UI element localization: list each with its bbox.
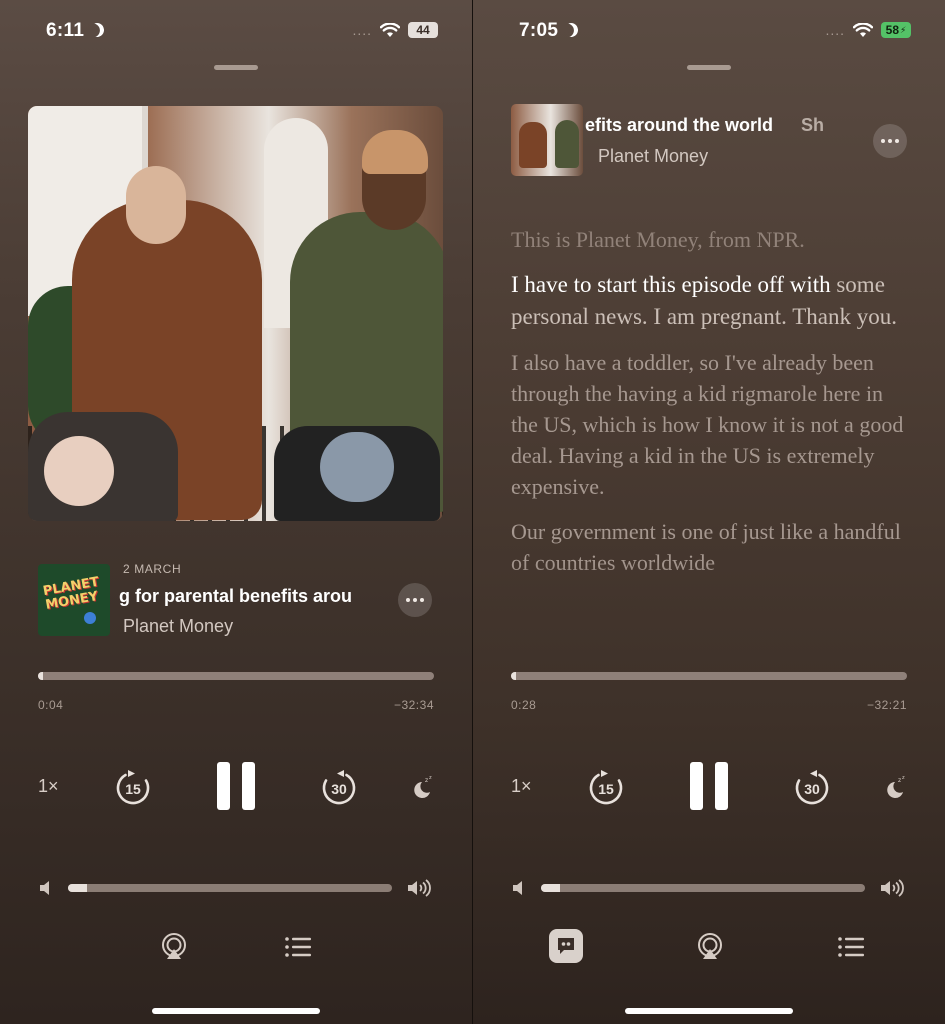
show-name[interactable]: Planet Money bbox=[598, 146, 708, 167]
globe-icon bbox=[84, 612, 96, 624]
more-options-button[interactable] bbox=[873, 124, 907, 158]
episode-title-next: Sh bbox=[801, 115, 825, 135]
transcript-paragraph[interactable]: Our government is one of just like a han… bbox=[511, 516, 911, 578]
transcript-paragraph[interactable]: I also have a toddler, so I've already b… bbox=[511, 347, 911, 502]
show-name[interactable]: Planet Money bbox=[123, 616, 233, 637]
pause-icon bbox=[217, 762, 230, 810]
battery-indicator: 44 bbox=[408, 22, 438, 38]
cellular-signal-icon: .... bbox=[352, 22, 372, 38]
status-bar-right: .... 44 bbox=[352, 22, 438, 38]
skip-forward-30-icon[interactable]: 30 bbox=[320, 768, 358, 806]
volume-low-icon bbox=[40, 881, 49, 895]
ellipsis-icon bbox=[406, 598, 410, 602]
sleep-timer-icon[interactable]: z z bbox=[410, 776, 434, 800]
battery-charging-indicator: 58 ⚡ bbox=[881, 22, 911, 38]
volume-high-icon bbox=[408, 879, 431, 897]
transcript-screen: 7:05 .... 58 ⚡ efits around the world Sh P… bbox=[473, 0, 945, 1024]
status-time: 7:05 bbox=[519, 20, 578, 42]
queue-list-icon[interactable] bbox=[836, 932, 866, 962]
svg-text:z: z bbox=[425, 777, 428, 784]
svg-text:15: 15 bbox=[125, 781, 141, 797]
home-indicator[interactable] bbox=[152, 1008, 320, 1014]
svg-text:30: 30 bbox=[804, 781, 820, 797]
scrubber-fill bbox=[511, 672, 516, 680]
playback-scrubber[interactable] bbox=[511, 672, 907, 680]
svg-text:15: 15 bbox=[598, 781, 614, 797]
elapsed-time: 0:28 bbox=[511, 698, 537, 712]
volume-high-icon bbox=[881, 879, 904, 897]
sheet-grabber[interactable] bbox=[687, 65, 731, 70]
svg-text:30: 30 bbox=[331, 781, 347, 797]
airplay-icon[interactable] bbox=[695, 932, 725, 962]
playback-scrubber[interactable] bbox=[38, 672, 434, 680]
status-time: 6:11 bbox=[46, 20, 104, 42]
playback-speed-button[interactable]: 1× bbox=[38, 776, 59, 797]
volume-fill bbox=[68, 884, 88, 892]
skip-back-15-icon[interactable]: 15 bbox=[587, 768, 625, 806]
episode-thumbnail[interactable] bbox=[511, 104, 583, 176]
transcript-paragraph-current[interactable]: I have to start this episode off with so… bbox=[511, 269, 911, 333]
home-indicator[interactable] bbox=[625, 1008, 793, 1014]
quote-bubble-icon bbox=[558, 938, 574, 954]
episode-title-marquee: efits around the world Sh bbox=[585, 115, 849, 136]
queue-list-icon[interactable] bbox=[283, 932, 313, 962]
wifi-icon bbox=[380, 22, 400, 37]
charging-bolt-icon: ⚡ bbox=[900, 24, 907, 35]
pause-button[interactable] bbox=[690, 762, 728, 810]
focus-moon-icon bbox=[88, 21, 106, 39]
episode-info[interactable]: PLANET MONEY 2 MARCH g for parental bene… bbox=[36, 562, 436, 638]
planet-money-logo: PLANET MONEY bbox=[41, 574, 101, 613]
volume-fill bbox=[541, 884, 561, 892]
playback-speed-button[interactable]: 1× bbox=[511, 776, 532, 797]
episode-title: efits around the world bbox=[585, 115, 774, 135]
sleep-timer-icon[interactable]: z z bbox=[883, 776, 907, 800]
transcript-toggle-button[interactable] bbox=[549, 929, 583, 963]
focus-moon-icon bbox=[562, 21, 580, 39]
airplay-icon[interactable] bbox=[159, 932, 189, 962]
pause-icon bbox=[690, 762, 703, 810]
transcript-paragraph[interactable]: This is Planet Money, from NPR. bbox=[511, 224, 911, 255]
more-options-button[interactable] bbox=[398, 583, 432, 617]
status-bar-right: .... 58 ⚡ bbox=[825, 22, 911, 38]
spoken-text: I have to start this episode off with bbox=[511, 272, 831, 297]
skip-forward-30-icon[interactable]: 30 bbox=[793, 768, 831, 806]
episode-title: g for parental benefits arou bbox=[119, 586, 353, 606]
cellular-signal-icon: .... bbox=[825, 22, 845, 38]
now-playing-screen: 6:11 .... 44 PLANET MONEY 2 MARCH g for … bbox=[0, 0, 472, 1024]
wifi-icon bbox=[853, 22, 873, 37]
skip-back-15-icon[interactable]: 15 bbox=[114, 768, 152, 806]
episode-date: 2 MARCH bbox=[123, 562, 182, 576]
remaining-time: −32:21 bbox=[866, 698, 907, 712]
sheet-grabber[interactable] bbox=[214, 65, 258, 70]
episode-artwork bbox=[28, 106, 443, 521]
remaining-time: −32:34 bbox=[393, 698, 434, 712]
volume-low-icon bbox=[513, 881, 522, 895]
pause-button[interactable] bbox=[217, 762, 255, 810]
elapsed-time: 0:04 bbox=[38, 698, 64, 712]
scrubber-fill bbox=[38, 672, 43, 680]
volume-slider[interactable] bbox=[68, 884, 392, 892]
svg-text:z: z bbox=[898, 777, 901, 784]
podcast-thumbnail[interactable]: PLANET MONEY bbox=[38, 564, 110, 636]
svg-text:z: z bbox=[902, 776, 905, 781]
transcript-view[interactable]: This is Planet Money, from NPR. I have t… bbox=[511, 224, 911, 644]
ellipsis-icon bbox=[881, 139, 885, 143]
svg-text:z: z bbox=[429, 776, 432, 781]
volume-slider[interactable] bbox=[541, 884, 865, 892]
